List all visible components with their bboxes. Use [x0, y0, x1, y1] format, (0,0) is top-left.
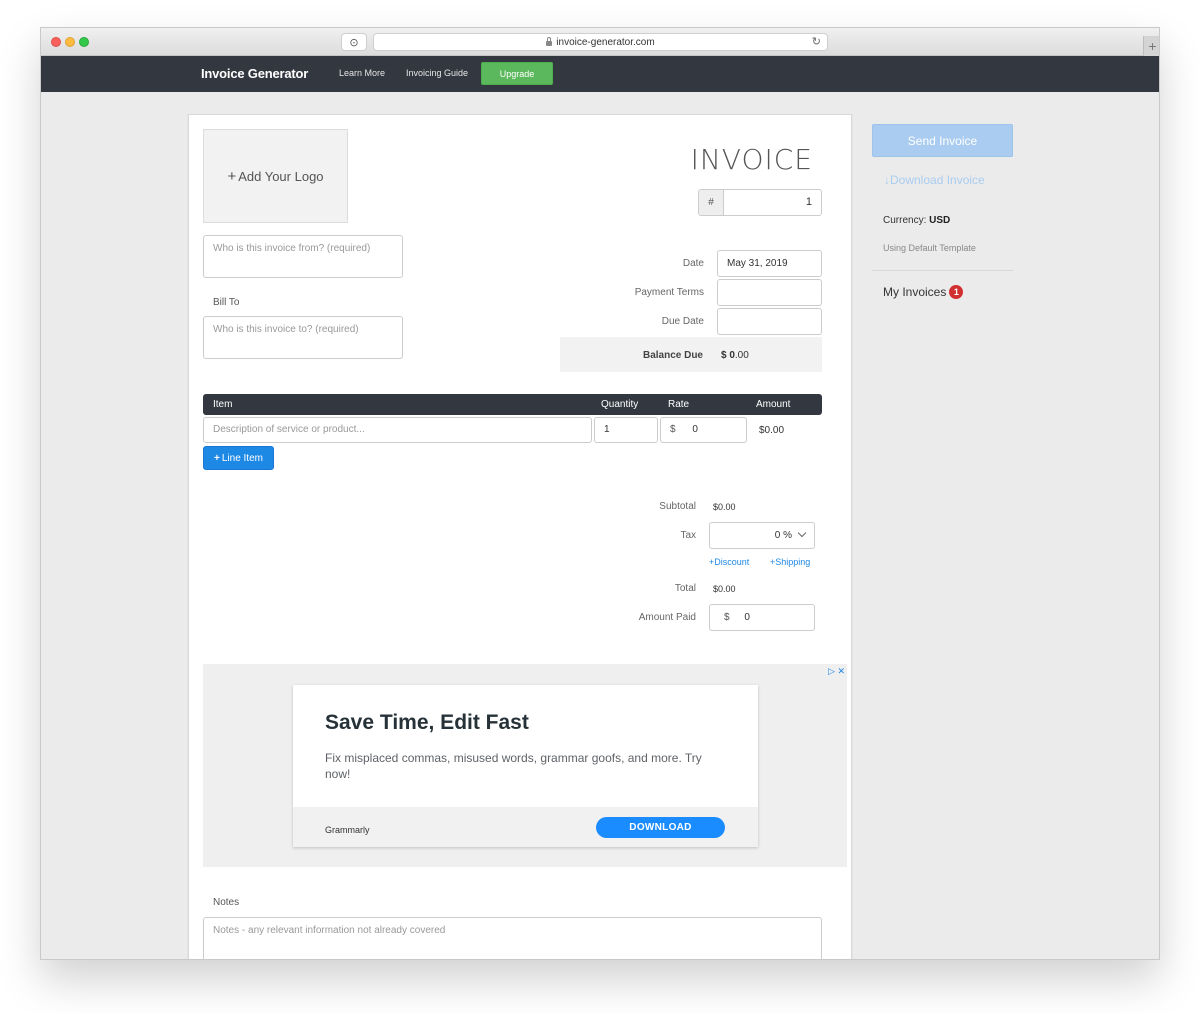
reader-button[interactable]: ⊙: [341, 33, 367, 51]
upgrade-button[interactable]: Upgrade: [481, 62, 553, 85]
items-table-header: Item Quantity Rate Amount: [203, 394, 822, 415]
invoice-number-value[interactable]: 1: [724, 190, 821, 215]
amount-paid-value: 0: [744, 612, 750, 623]
tax-label[interactable]: Tax: [576, 530, 696, 541]
item-amount: $0.00: [759, 425, 785, 436]
right-sidebar: Send Invoice ↓Download Invoice Currency:…: [856, 92, 1159, 959]
invoice-title[interactable]: INVOICE: [691, 143, 813, 176]
due-date-label: Due Date: [661, 316, 704, 327]
bill-to-field[interactable]: Who is this invoice to? (required): [203, 316, 403, 359]
amount-paid-currency: $: [724, 612, 730, 623]
download-invoice-link[interactable]: ↓Download Invoice: [884, 173, 985, 187]
ad-download-button[interactable]: DOWNLOAD: [596, 817, 725, 838]
total-value: $0.00: [713, 584, 736, 594]
rate-currency: $: [670, 424, 676, 435]
chevron-down-icon[interactable]: [797, 528, 807, 538]
site-navbar: Invoice Generator Learn More Invoicing G…: [41, 56, 1159, 92]
amount-paid-field[interactable]: $ 0: [709, 604, 815, 631]
ad-choices-icon[interactable]: ▷ ✕: [828, 666, 845, 677]
plus-icon: +: [227, 167, 237, 185]
reader-icon: ⊙: [349, 36, 359, 49]
currency-setting[interactable]: Currency: USD: [883, 215, 950, 226]
item-description-input[interactable]: Description of service or product...: [203, 417, 592, 443]
zoom-window-button[interactable]: [79, 37, 89, 47]
subtotal-value: $0.00: [713, 502, 736, 512]
header-item[interactable]: Item: [213, 399, 232, 410]
add-line-item-button[interactable]: + Line Item: [203, 446, 274, 470]
rate-value: 0: [692, 424, 698, 435]
header-rate[interactable]: Rate: [668, 399, 689, 410]
plus-icon: +: [214, 452, 220, 464]
item-rate-input[interactable]: $ 0: [660, 417, 747, 443]
close-window-button[interactable]: [51, 37, 61, 47]
ad-container: ▷ ✕ Save Time, Edit Fast Fix misplaced c…: [203, 664, 847, 867]
browser-window: ⊙ invoice-generator.com ↻ + Invoice Gene…: [40, 27, 1160, 960]
notes-label: Notes: [213, 897, 240, 908]
url-text: invoice-generator.com: [556, 36, 655, 48]
ad-card[interactable]: Save Time, Edit Fast Fix misplaced comma…: [293, 685, 758, 847]
add-shipping-link[interactable]: +Shipping: [770, 557, 810, 567]
minimize-window-button[interactable]: [65, 37, 75, 47]
ad-footer: Grammarly DOWNLOAD: [293, 807, 758, 847]
ad-text: Fix misplaced commas, misused words, gra…: [325, 751, 702, 781]
nav-learn-more[interactable]: Learn More: [339, 68, 385, 78]
reload-icon[interactable]: ↻: [812, 35, 821, 48]
due-date-field[interactable]: [717, 308, 822, 335]
tax-field[interactable]: 0 %: [709, 522, 815, 549]
ad-sponsor: Grammarly: [325, 825, 370, 835]
subtotal-label: Subtotal: [659, 501, 696, 512]
header-amount[interactable]: Amount: [756, 399, 790, 410]
ad-title[interactable]: Save Time, Edit Fast: [325, 711, 529, 735]
lock-icon: [546, 36, 553, 46]
address-bar[interactable]: invoice-generator.com ↻: [373, 33, 828, 51]
template-setting[interactable]: Using Default Template: [883, 243, 976, 253]
from-field[interactable]: Who is this invoice from? (required): [203, 235, 403, 278]
balance-due-row: Balance Due $ 0.00: [560, 337, 822, 372]
payment-terms-field[interactable]: [717, 279, 822, 306]
nav-invoicing-guide[interactable]: Invoicing Guide: [406, 68, 468, 78]
add-logo-label: Add Your Logo: [238, 168, 324, 184]
hash-prefix: #: [699, 190, 724, 215]
invoice-number-field[interactable]: # 1: [698, 189, 822, 216]
add-line-item-label: Line Item: [221, 452, 263, 464]
send-invoice-button[interactable]: Send Invoice: [872, 124, 1013, 157]
invoice-count-badge: 1: [949, 285, 964, 299]
date-label: Date: [682, 258, 704, 269]
total-label: Total: [674, 583, 696, 594]
brand-logo[interactable]: Invoice Generator: [201, 66, 308, 81]
invoice-paper: + Add Your Logo INVOICE # 1 Who is this …: [188, 114, 852, 959]
date-field[interactable]: May 31, 2019: [717, 250, 822, 277]
item-quantity-input[interactable]: 1: [594, 417, 658, 443]
add-logo-button[interactable]: + Add Your Logo: [203, 129, 348, 223]
balance-due-value: $ 0.00: [721, 350, 749, 361]
tax-value: 0 %: [774, 530, 792, 541]
my-invoices-link[interactable]: My Invoices 1: [883, 285, 964, 299]
new-tab-button[interactable]: +: [1143, 36, 1159, 56]
notes-field[interactable]: Notes - any relevant information not alr…: [203, 917, 822, 959]
bill-to-label: Bill To: [213, 297, 240, 308]
header-quantity[interactable]: Quantity: [601, 399, 638, 410]
balance-due-label: Balance Due: [642, 350, 703, 361]
amount-paid-label: Amount Paid: [638, 612, 696, 623]
add-discount-link[interactable]: +Discount: [709, 557, 749, 567]
browser-toolbar: ⊙ invoice-generator.com ↻ +: [41, 28, 1159, 56]
payment-terms-label: Payment Terms: [634, 287, 704, 298]
sidebar-separator: [872, 270, 1013, 271]
